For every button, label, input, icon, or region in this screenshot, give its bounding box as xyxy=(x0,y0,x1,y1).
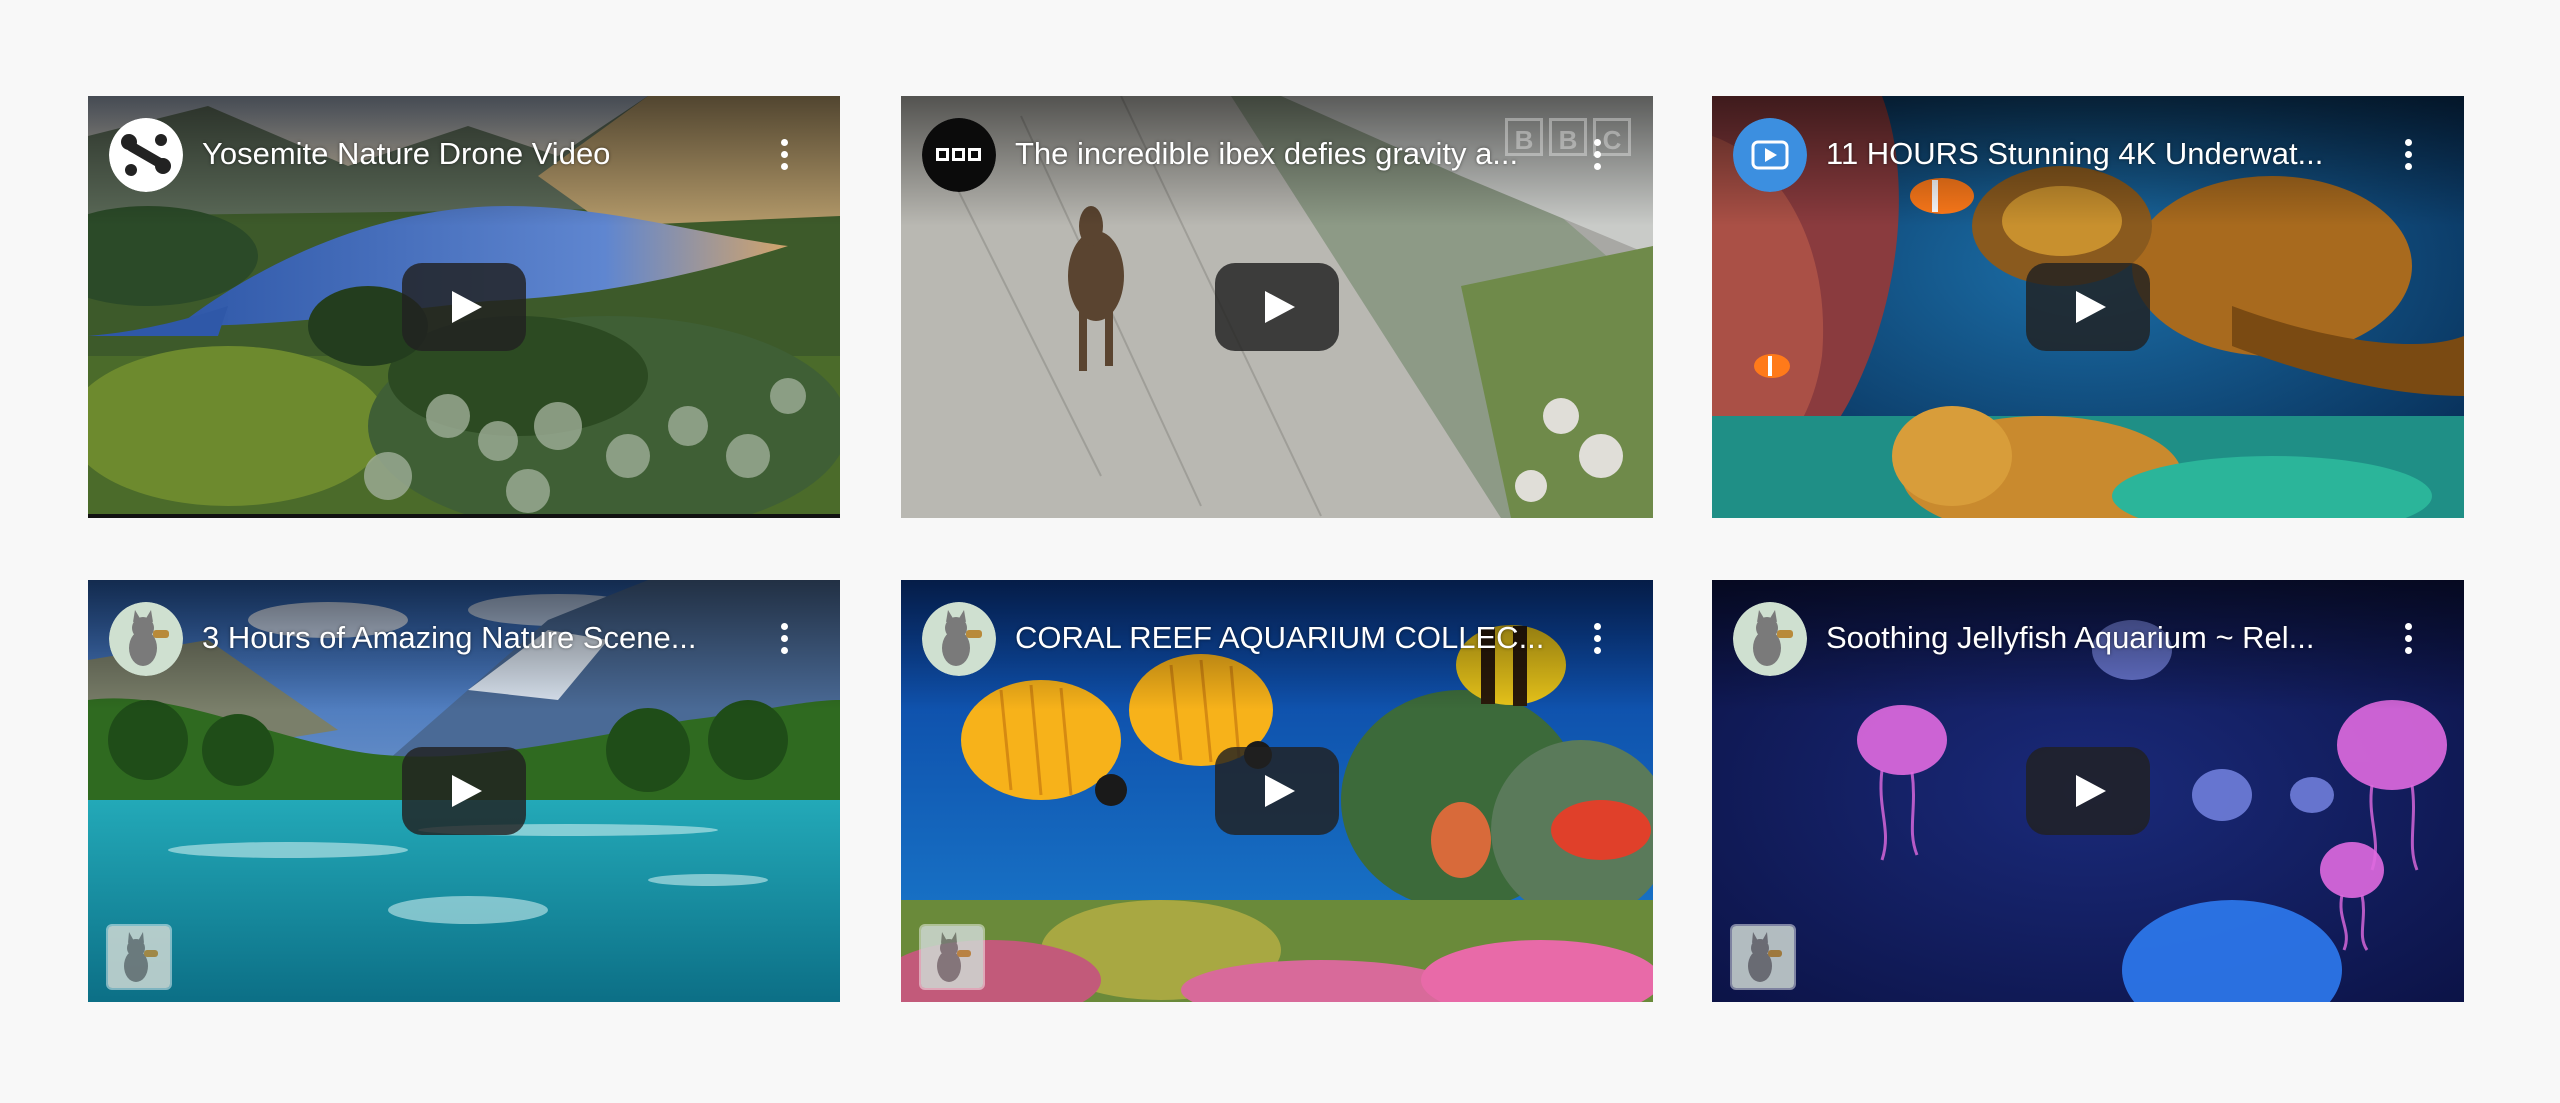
video-title[interactable]: The incredible ibex defies gravity a... xyxy=(1015,134,1555,174)
more-options-icon[interactable] xyxy=(2402,618,2414,658)
more-options-icon[interactable] xyxy=(2402,134,2414,174)
channel-avatar[interactable] xyxy=(109,602,183,676)
more-options-icon[interactable] xyxy=(1591,134,1603,174)
channel-avatar[interactable] xyxy=(1733,602,1807,676)
more-options-icon[interactable] xyxy=(778,618,790,658)
channel-avatar[interactable] xyxy=(922,602,996,676)
more-options-icon[interactable] xyxy=(778,134,790,174)
drone-icon xyxy=(109,118,183,192)
play-button[interactable] xyxy=(2026,747,2150,835)
cat-watermark-icon xyxy=(921,926,983,988)
video-card-yosemite[interactable]: Yosemite Nature Drone Video xyxy=(88,96,840,518)
bbc-logo xyxy=(922,118,996,192)
channel-watermark xyxy=(1730,924,1796,990)
play-button[interactable] xyxy=(402,263,526,351)
cat-avatar-icon xyxy=(109,602,183,676)
cat-avatar-icon xyxy=(922,602,996,676)
play-button[interactable] xyxy=(2026,263,2150,351)
cat-watermark-icon xyxy=(108,926,170,988)
cat-watermark-icon xyxy=(1732,926,1794,988)
video-title[interactable]: Soothing Jellyfish Aquarium ~ Rel... xyxy=(1826,618,2366,658)
channel-avatar[interactable] xyxy=(109,118,183,192)
video-title[interactable]: 11 HOURS Stunning 4K Underwat... xyxy=(1826,134,2366,174)
relax-logo xyxy=(1733,118,1807,192)
video-card-ibex[interactable]: BBC The incredible ibex defies gravity a… xyxy=(901,96,1653,518)
play-button[interactable] xyxy=(402,747,526,835)
video-card-jellyfish[interactable]: Soothing Jellyfish Aquarium ~ Rel... xyxy=(1712,580,2464,1002)
channel-watermark xyxy=(919,924,985,990)
video-title[interactable]: 3 Hours of Amazing Nature Scene... xyxy=(202,618,742,658)
channel-avatar[interactable] xyxy=(922,118,996,192)
video-card-underwater[interactable]: 11 HOURS Stunning 4K Underwat... xyxy=(1712,96,2464,518)
play-button[interactable] xyxy=(1215,263,1339,351)
channel-avatar[interactable] xyxy=(1733,118,1807,192)
video-grid: Yosemite Nature Drone Video B B C The in… xyxy=(0,0,2560,1103)
cat-avatar-icon xyxy=(1733,602,1807,676)
video-title[interactable]: Yosemite Nature Drone Video xyxy=(202,134,742,174)
video-card-coral-reef[interactable]: CORAL REEF AQUARIUM COLLEC... xyxy=(901,580,1653,1002)
video-card-nature-scenes[interactable]: 3 Hours of Amazing Nature Scene... xyxy=(88,580,840,1002)
play-button[interactable] xyxy=(1215,747,1339,835)
more-options-icon[interactable] xyxy=(1591,618,1603,658)
video-title[interactable]: CORAL REEF AQUARIUM COLLEC... xyxy=(1015,618,1555,658)
channel-watermark xyxy=(106,924,172,990)
